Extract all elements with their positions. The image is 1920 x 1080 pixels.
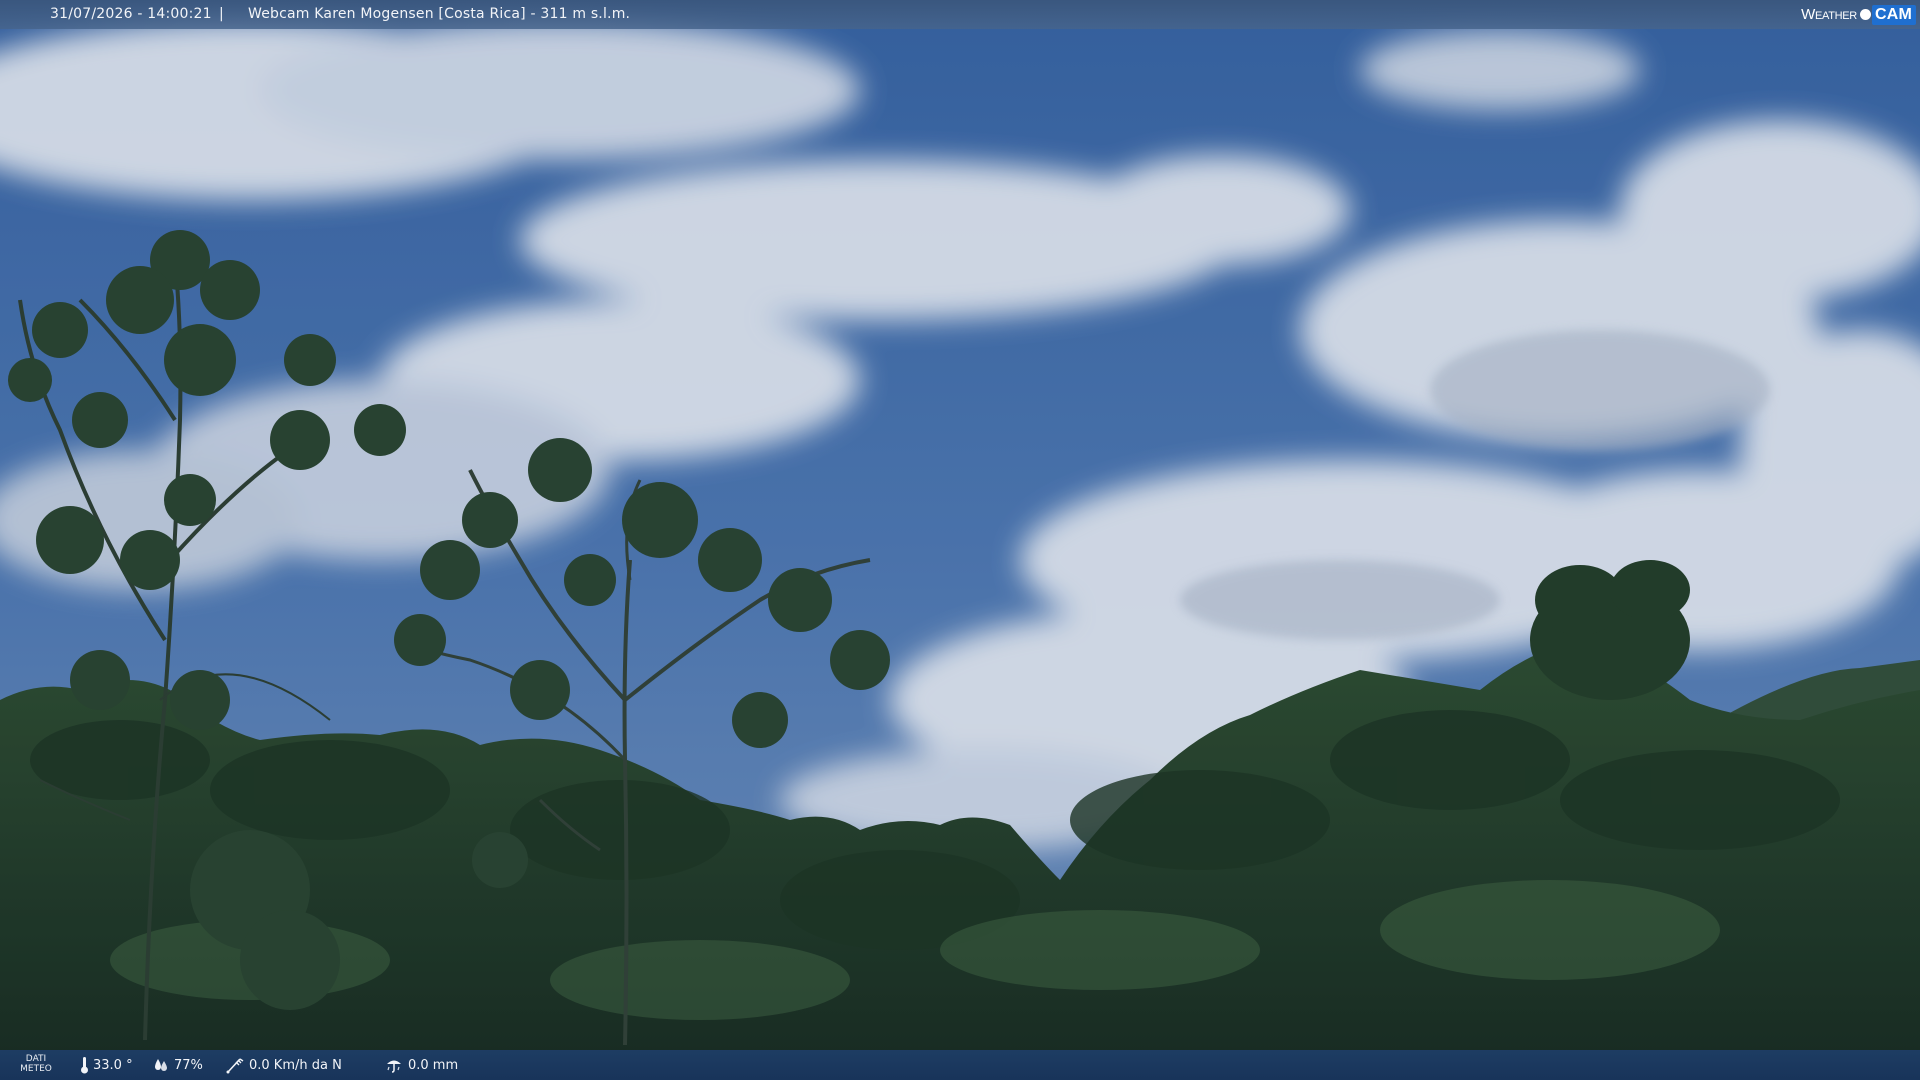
separator: | xyxy=(219,6,224,22)
rain-value: 0.0 mm xyxy=(408,1057,459,1073)
thermometer-icon xyxy=(81,1057,88,1074)
wind-value: 0.0 Km/h da N xyxy=(249,1057,342,1073)
weathercam-logo: Weather CAM xyxy=(1801,3,1916,26)
webcam-image xyxy=(0,0,1920,1080)
temperature-value: 33.0 ° xyxy=(93,1057,133,1073)
temperature-reading: 33.0 ° xyxy=(80,1050,133,1080)
logo-weather-text: Weather xyxy=(1801,6,1857,23)
wind-reading: 0.0 Km/h da N xyxy=(225,1050,342,1080)
drops-icon xyxy=(155,1059,167,1071)
humidity-value: 77% xyxy=(174,1057,203,1073)
top-info-bar: 31/07/2026 - 14:00:21 | Webcam Karen Mog… xyxy=(0,0,1920,29)
webcam-title: Webcam Karen Mogensen [Costa Rica] - 311… xyxy=(248,6,631,22)
logo-cam-text: CAM xyxy=(1871,4,1916,25)
rain-reading: 0.0 mm xyxy=(384,1050,458,1080)
webcam-frame: 31/07/2026 - 14:00:21 | Webcam Karen Mog… xyxy=(0,0,1920,1080)
dati-meteo-label: DATI METEO xyxy=(20,1054,52,1074)
rain-gauge-icon xyxy=(387,1060,401,1073)
timestamp: 31/07/2026 - 14:00:21 xyxy=(50,6,212,22)
wind-icon xyxy=(226,1058,244,1074)
logo-dot-icon xyxy=(1859,9,1871,20)
weather-data-bar: DATI METEO 33.0 ° 77% 0.0 Km/h da N 0.0 … xyxy=(0,1050,1920,1080)
humidity-reading: 77% xyxy=(152,1050,203,1080)
